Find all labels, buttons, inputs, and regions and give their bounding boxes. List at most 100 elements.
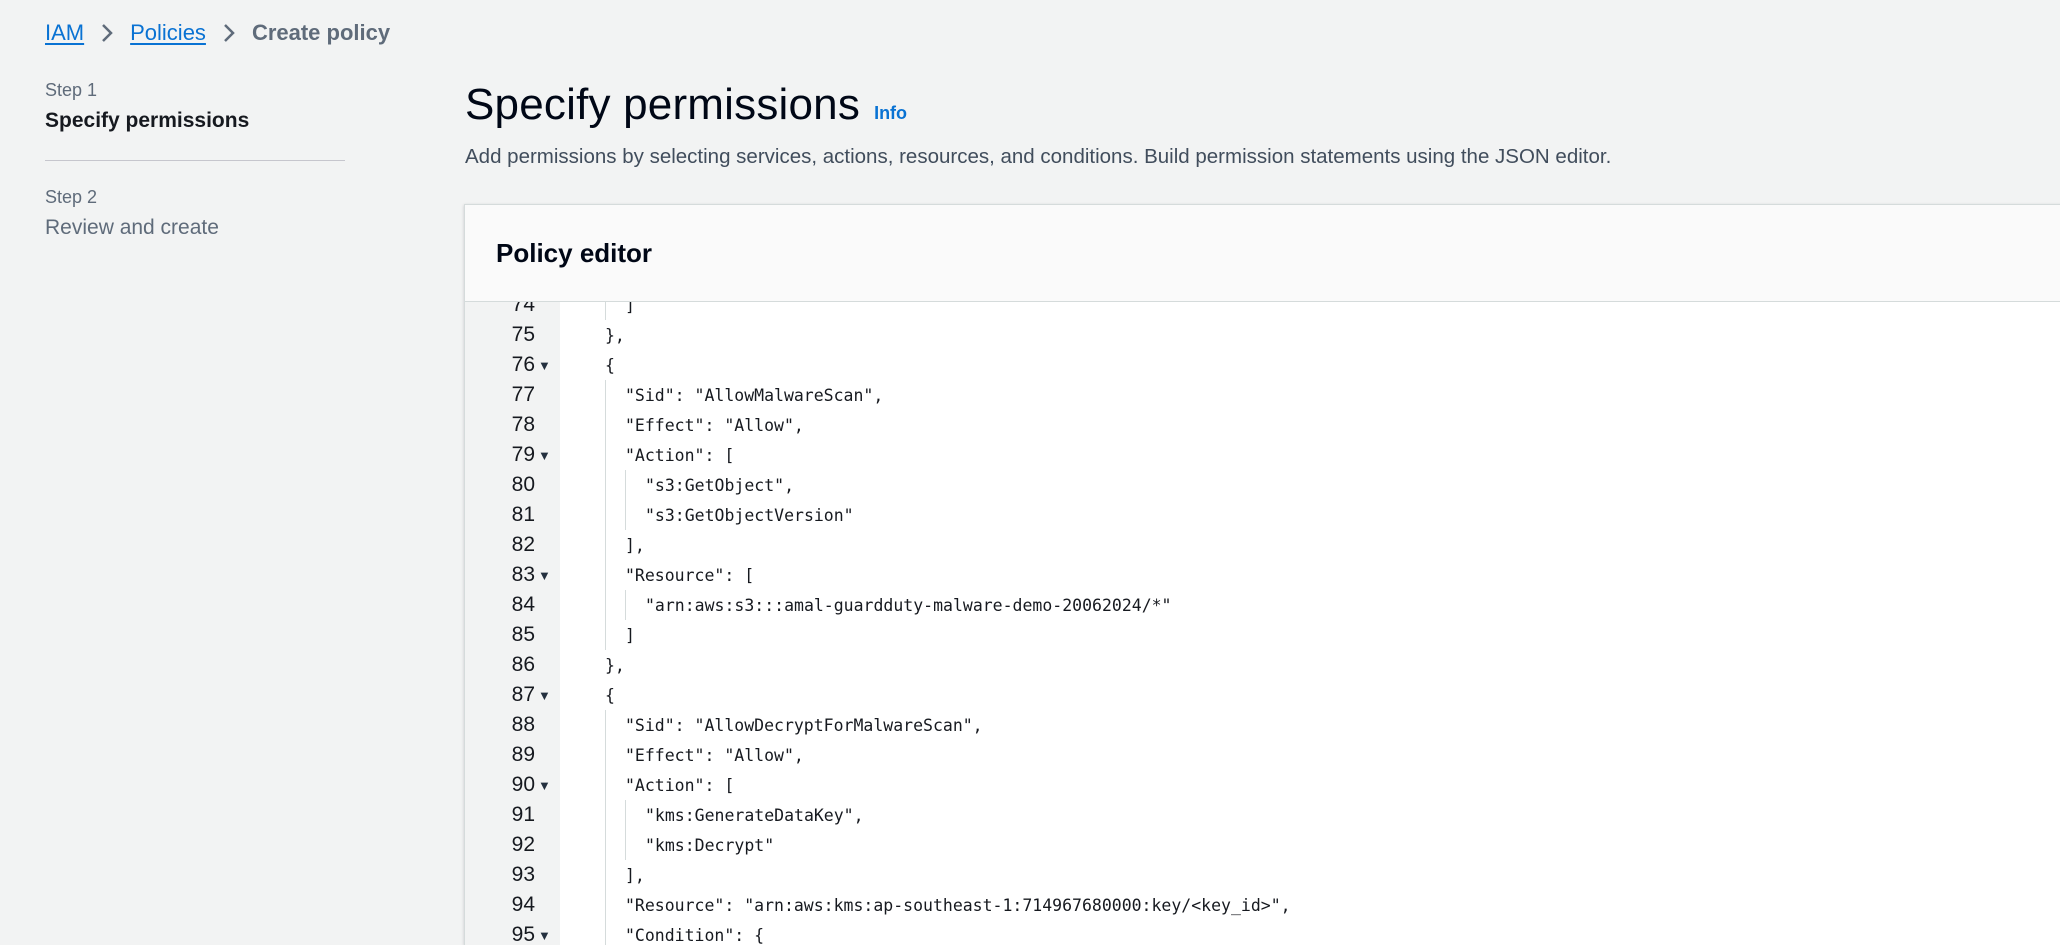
indent-guide xyxy=(605,530,606,560)
indent-guide xyxy=(605,830,606,860)
code-line[interactable]: 74] xyxy=(465,302,2060,320)
code-line[interactable]: 85] xyxy=(465,620,2060,650)
step-1: Step 1 Specify permissions xyxy=(45,80,345,133)
step-number: Step 1 xyxy=(45,80,98,100)
indent-guide xyxy=(605,560,606,590)
breadcrumb: IAM Policies Create policy xyxy=(45,20,390,46)
code-text: ], xyxy=(625,535,645,555)
code-line[interactable]: 75}, xyxy=(465,320,2060,350)
indent-guide xyxy=(605,710,606,740)
step-2: Step 2 Review and create xyxy=(45,187,345,240)
line-number: 89 xyxy=(511,743,535,766)
code-line[interactable]: 87 ▼ { xyxy=(465,680,2060,710)
code-line[interactable]: 94 "Resource": "arn:aws:kms:ap-southeast-… xyxy=(465,890,2060,920)
code-text: "kms:GenerateDataKey", xyxy=(645,805,864,825)
chevron-right-icon xyxy=(222,22,236,44)
wizard-steps: Step 1 Specify permissions Step 2 Review… xyxy=(45,80,345,240)
code-text: ], xyxy=(625,865,645,885)
code-line[interactable]: 83 ▼ "Resource": [ xyxy=(465,560,2060,590)
indent-guide xyxy=(605,590,606,620)
code-line[interactable]: 79 ▼ "Action": [ xyxy=(465,440,2060,470)
code-line[interactable]: 89 "Effect": "Allow", xyxy=(465,740,2060,770)
indent-guide xyxy=(605,860,606,890)
indent-guide xyxy=(605,440,606,470)
code-line[interactable]: 76 ▼ { xyxy=(465,350,2060,380)
code-line[interactable]: 82], xyxy=(465,530,2060,560)
indent-guide xyxy=(605,800,606,830)
code-text: ] xyxy=(625,302,635,315)
step-title-review-and-create[interactable]: Review and create xyxy=(45,216,345,240)
step-divider xyxy=(45,160,345,161)
page-description: Add permissions by selecting services, a… xyxy=(465,145,1612,168)
code-line[interactable]: 88 "Sid": "AllowDecryptForMalwareScan", xyxy=(465,710,2060,740)
indent-guide xyxy=(625,470,626,500)
code-line[interactable]: 93], xyxy=(465,860,2060,890)
chevron-right-icon xyxy=(100,22,114,44)
indent-guide xyxy=(605,770,606,800)
indent-guide xyxy=(605,380,606,410)
indent-guide xyxy=(625,500,626,530)
code-text: }, xyxy=(605,325,625,345)
fold-caret-icon[interactable]: ▼ xyxy=(535,778,563,793)
code-line[interactable]: 95 ▼ "Condition": { xyxy=(465,920,2060,945)
line-number: 88 xyxy=(511,713,535,736)
code-text: "Effect": "Allow", xyxy=(625,745,804,765)
line-number: 79 xyxy=(511,443,535,466)
line-number: 77 xyxy=(511,383,535,406)
indent-guide xyxy=(625,590,626,620)
info-link[interactable]: Info xyxy=(874,103,907,124)
code-text: "Condition": { xyxy=(625,925,765,945)
indent-guide xyxy=(625,800,626,830)
code-text: { xyxy=(605,685,615,705)
breadcrumb-current: Create policy xyxy=(251,20,391,45)
line-number: 83 xyxy=(511,563,535,586)
code-text: "arn:aws:s3:::amal-guardduty-malware-dem… xyxy=(645,595,1172,615)
code-line[interactable]: 90 ▼ "Action": [ xyxy=(465,770,2060,800)
line-number: 91 xyxy=(511,803,535,826)
code-text: "s3:GetObject", xyxy=(645,475,795,495)
policy-editor-panel: Policy editor 74] 75}, 76 ▼{77 "Sid": "Allow… xyxy=(464,204,2060,945)
fold-caret-icon[interactable]: ▼ xyxy=(535,358,563,373)
code-line[interactable]: 86}, xyxy=(465,650,2060,680)
code-text: "Resource": "arn:aws:kms:ap-southeast-1:… xyxy=(625,895,1291,915)
line-number: 75 xyxy=(511,323,535,346)
line-number: 84 xyxy=(511,593,535,616)
line-number: 85 xyxy=(511,623,535,646)
line-number: 90 xyxy=(511,773,535,796)
fold-caret-icon[interactable]: ▼ xyxy=(535,448,563,463)
line-number: 95 xyxy=(511,923,535,945)
line-number: 87 xyxy=(511,683,535,706)
indent-guide xyxy=(605,920,606,945)
code-line[interactable]: 84 "arn:aws:s3:::amal-guardduty-malware-d… xyxy=(465,590,2060,620)
indent-guide xyxy=(605,740,606,770)
line-number: 80 xyxy=(511,473,535,496)
code-text: "Sid": "AllowDecryptForMalwareScan", xyxy=(625,715,983,735)
code-line[interactable]: 91 "kms:GenerateDataKey", xyxy=(465,800,2060,830)
code-line[interactable]: 77 "Sid": "AllowMalwareScan", xyxy=(465,380,2060,410)
code-text: "Action": [ xyxy=(625,445,735,465)
code-text: }, xyxy=(605,655,625,675)
json-code-editor[interactable]: 74] 75}, 76 ▼{77 "Sid": "AllowMalwareScan", 7… xyxy=(465,302,2060,945)
fold-caret-icon[interactable]: ▼ xyxy=(535,568,563,583)
breadcrumb-policies-link[interactable]: Policies xyxy=(130,20,206,46)
breadcrumb-iam-link[interactable]: IAM xyxy=(45,20,84,46)
code-text: "Resource": [ xyxy=(625,565,755,585)
indent-guide xyxy=(625,830,626,860)
code-lines: 74] 75}, 76 ▼{77 "Sid": "AllowMalwareScan", 7… xyxy=(465,302,2060,945)
policy-editor-title: Policy editor xyxy=(465,205,2060,302)
line-number: 81 xyxy=(511,503,535,526)
code-line[interactable]: 92 "kms:Decrypt" xyxy=(465,830,2060,860)
code-line[interactable]: 80 "s3:GetObject", xyxy=(465,470,2060,500)
line-number: 94 xyxy=(511,893,535,916)
line-number: 74 xyxy=(511,302,535,316)
code-line[interactable]: 81 "s3:GetObjectVersion" xyxy=(465,500,2060,530)
fold-caret-icon[interactable]: ▼ xyxy=(535,928,563,943)
code-text: { xyxy=(605,355,615,375)
code-line[interactable]: 78 "Effect": "Allow", xyxy=(465,410,2060,440)
fold-caret-icon[interactable]: ▼ xyxy=(535,688,563,703)
line-number: 76 xyxy=(511,353,535,376)
code-text: "Effect": "Allow", xyxy=(625,415,804,435)
line-number: 92 xyxy=(511,833,535,856)
code-text: "kms:Decrypt" xyxy=(645,835,775,855)
indent-guide xyxy=(605,890,606,920)
